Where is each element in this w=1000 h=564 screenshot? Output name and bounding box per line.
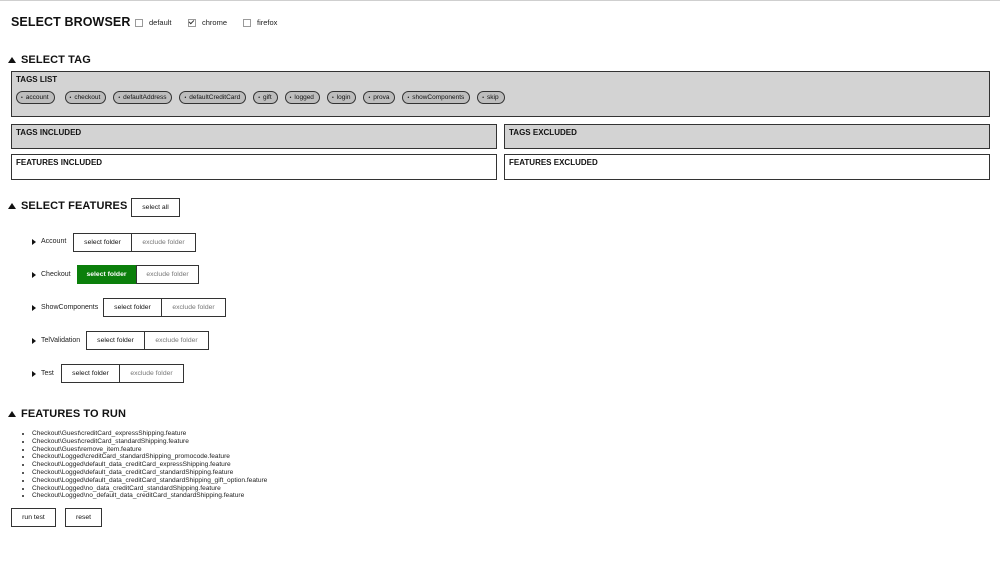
tag-gift[interactable]: • gift bbox=[253, 91, 278, 104]
top-divider bbox=[0, 0, 1000, 1]
select-folder-button[interactable]: select folder bbox=[73, 233, 132, 252]
tags-excluded-panel[interactable]: TAGS EXCLUDED bbox=[504, 124, 990, 149]
browser-option-label: default bbox=[149, 18, 172, 27]
list-item: Checkout\Logged\default_data_creditCard_… bbox=[32, 477, 267, 485]
tag-label: skip bbox=[487, 94, 499, 101]
features-to-run-header[interactable]: FEATURES TO RUN bbox=[8, 408, 126, 420]
list-item: Checkout\Logged\no_default_data_creditCa… bbox=[32, 492, 267, 500]
folder-name: ShowComponents bbox=[41, 304, 99, 311]
exclude-folder-button[interactable]: exclude folder bbox=[120, 364, 184, 383]
list-item: Checkout\Logged\default_data_creditCard_… bbox=[32, 469, 267, 477]
features-to-run-list: Checkout\Guest\creditCard_expressShippin… bbox=[22, 430, 267, 500]
tag-defaultcreditcard[interactable]: • defaultCreditCard bbox=[179, 91, 247, 104]
tag-account[interactable]: • account bbox=[16, 91, 55, 104]
exclude-folder-button[interactable]: exclude folder bbox=[145, 331, 209, 350]
tag-bullet-icon: • bbox=[482, 94, 485, 101]
tag-login[interactable]: • login bbox=[326, 91, 357, 104]
browser-option-label: firefox bbox=[257, 18, 278, 27]
list-item: Checkout\Logged\no_data_creditCard_stand… bbox=[32, 485, 267, 493]
tag-bullet-icon: • bbox=[118, 94, 121, 101]
expand-triangle-icon bbox=[32, 304, 36, 311]
section-title: SELECT TAG bbox=[21, 54, 91, 66]
tag-bullet-icon: • bbox=[69, 94, 72, 101]
folder-name: Test bbox=[41, 370, 54, 377]
panel-title: TAGS LIST bbox=[16, 75, 58, 84]
expand-triangle-icon bbox=[32, 238, 36, 245]
folder-telvalidation[interactable]: TelValidation bbox=[32, 337, 80, 344]
features-included-panel[interactable]: FEATURES INCLUDED bbox=[11, 154, 497, 180]
panel-title: FEATURES EXCLUDED bbox=[509, 158, 598, 167]
browser-option-default[interactable]: default bbox=[135, 18, 172, 27]
browser-option-firefox[interactable]: firefox bbox=[243, 18, 277, 27]
folder-name: Account bbox=[41, 238, 67, 245]
tag-checkout[interactable]: • checkout bbox=[64, 91, 107, 104]
exclude-folder-button[interactable]: exclude folder bbox=[162, 298, 226, 317]
section-title: SELECT FEATURES bbox=[21, 200, 128, 212]
select-browser-title: SELECT BROWSER bbox=[11, 15, 131, 29]
select-all-button[interactable]: select all bbox=[131, 198, 180, 217]
tag-label: gift bbox=[262, 94, 272, 101]
browser-option-chrome[interactable]: chrome bbox=[188, 18, 227, 27]
select-features-header[interactable]: SELECT FEATURES bbox=[8, 200, 127, 212]
exclude-folder-button[interactable]: exclude folder bbox=[132, 233, 196, 252]
checkbox-firefox[interactable] bbox=[243, 18, 251, 27]
select-folder-button[interactable]: select folder bbox=[86, 331, 145, 350]
checkbox-chrome[interactable] bbox=[188, 18, 196, 27]
folder-account[interactable]: Account bbox=[32, 238, 66, 245]
section-title: FEATURES TO RUN bbox=[21, 408, 126, 420]
tag-label: defaultCreditCard bbox=[189, 94, 241, 101]
tags-included-panel[interactable]: TAGS INCLUDED bbox=[11, 124, 497, 149]
list-item: Checkout\Guest\creditCard_standardShippi… bbox=[32, 438, 267, 446]
tag-bullet-icon: • bbox=[407, 94, 410, 101]
tag-bullet-icon: • bbox=[184, 94, 187, 101]
folder-showcomponents[interactable]: ShowComponents bbox=[32, 304, 98, 311]
tag-label: account bbox=[25, 94, 49, 101]
run-test-button[interactable]: run test bbox=[11, 508, 56, 527]
expand-triangle-icon bbox=[32, 370, 36, 377]
list-item: Checkout\Guest\creditCard_expressShippin… bbox=[32, 430, 267, 438]
panel-title: TAGS INCLUDED bbox=[16, 128, 82, 137]
tag-label: prova bbox=[373, 94, 390, 101]
expand-triangle-icon bbox=[32, 271, 36, 278]
tag-label: logged bbox=[294, 94, 314, 101]
folder-name: TelValidation bbox=[41, 337, 81, 344]
tag-bullet-icon: • bbox=[331, 94, 334, 101]
tag-logged[interactable]: • logged bbox=[284, 91, 320, 104]
checkbox-default[interactable] bbox=[135, 18, 143, 27]
select-folder-button[interactable]: select folder bbox=[61, 364, 120, 383]
tag-label: defaultAddress bbox=[123, 94, 167, 101]
tag-prova[interactable]: • prova bbox=[363, 91, 396, 104]
tag-defaultaddress[interactable]: • defaultAddress bbox=[113, 91, 173, 104]
features-excluded-panel[interactable]: FEATURES EXCLUDED bbox=[504, 154, 990, 180]
exclude-folder-button[interactable]: exclude folder bbox=[136, 265, 199, 284]
list-item: Checkout\Logged\creditCard_standardShipp… bbox=[32, 453, 267, 461]
tag-bullet-icon: • bbox=[21, 94, 23, 101]
tag-showcomponents[interactable]: • showComponents bbox=[402, 91, 471, 104]
tag-bullet-icon: • bbox=[368, 94, 371, 101]
collapse-triangle-icon bbox=[8, 203, 16, 209]
tags-list: • account • checkout • defaultAddress • defa… bbox=[16, 91, 512, 104]
tag-label: login bbox=[336, 94, 351, 101]
select-tag-header[interactable]: SELECT TAG bbox=[8, 54, 91, 66]
tag-bullet-icon: • bbox=[289, 94, 292, 101]
folder-checkout[interactable]: Checkout bbox=[32, 271, 71, 278]
tag-label: checkout bbox=[74, 94, 101, 101]
panel-title: FEATURES INCLUDED bbox=[16, 158, 103, 167]
folder-test[interactable]: Test bbox=[32, 370, 54, 377]
list-item: Checkout\Logged\default_data_creditCard_… bbox=[32, 461, 267, 469]
tag-label: showComponents bbox=[412, 94, 465, 101]
browser-option-label: chrome bbox=[202, 18, 228, 27]
collapse-triangle-icon bbox=[8, 57, 16, 63]
panel-title: TAGS EXCLUDED bbox=[509, 128, 577, 137]
select-folder-button-selected[interactable]: select folder bbox=[77, 265, 136, 284]
folder-name: Checkout bbox=[41, 271, 71, 278]
collapse-triangle-icon bbox=[8, 411, 16, 417]
reset-button[interactable]: reset bbox=[65, 508, 102, 527]
tag-skip[interactable]: • skip bbox=[477, 91, 505, 104]
list-item: Checkout\Guest\remove_item.feature bbox=[32, 446, 267, 454]
tag-bullet-icon: • bbox=[258, 94, 260, 101]
expand-triangle-icon bbox=[32, 337, 36, 344]
select-folder-button[interactable]: select folder bbox=[103, 298, 162, 317]
